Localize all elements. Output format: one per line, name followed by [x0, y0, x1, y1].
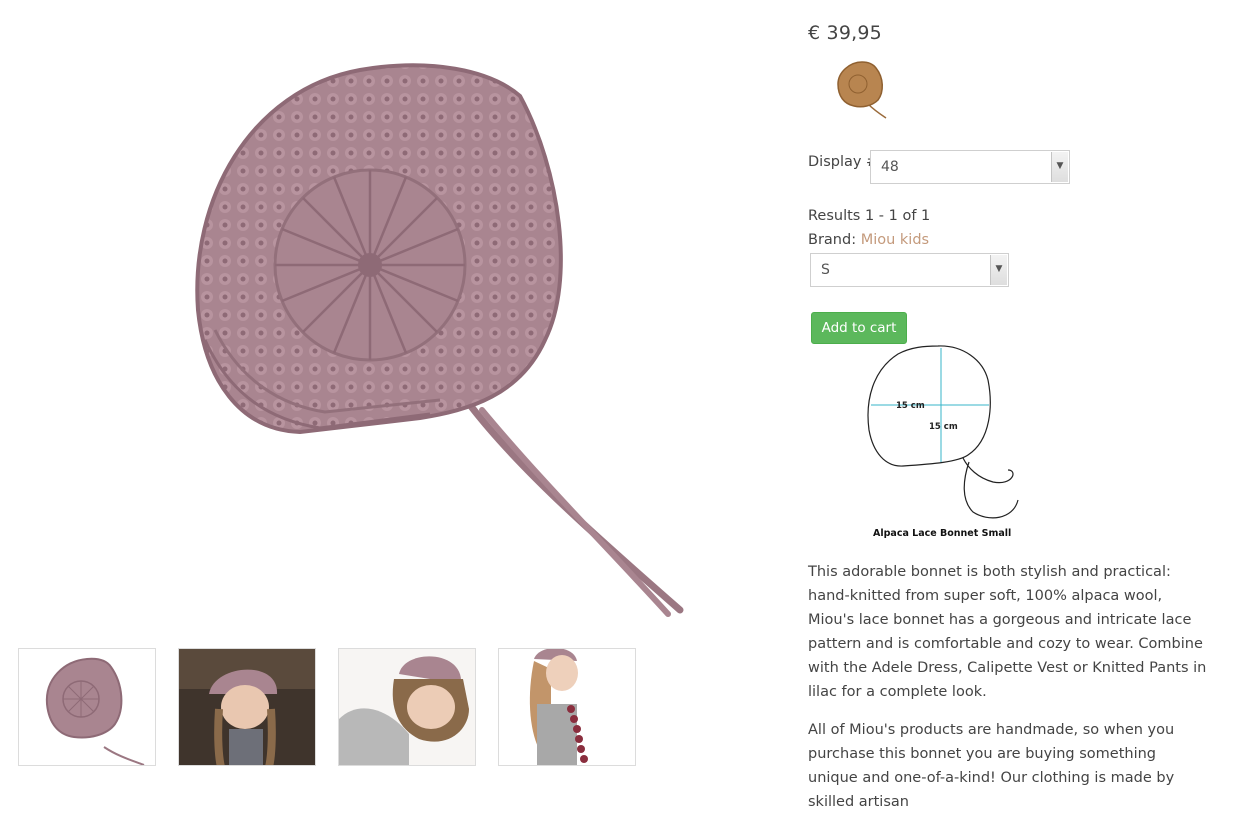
product-description: This adorable bonnet is both stylish and… — [808, 560, 1208, 828]
chevron-down-icon: ▼ — [990, 255, 1007, 285]
thumbnail-bonnet[interactable] — [18, 648, 156, 766]
bonnet-photo — [195, 63, 684, 617]
product-price: € 39,95 — [808, 22, 882, 44]
chevron-down-icon: ▼ — [1051, 152, 1068, 182]
results-count: Results 1 - 1 of 1 — [808, 208, 931, 224]
color-swatch-thumbnail[interactable] — [836, 60, 890, 122]
size-diagram: 15 cm 15 cm Alpaca Lace Bonnet Small — [863, 340, 1033, 550]
diagram-width-label: 15 cm — [896, 401, 925, 411]
bonnet-swatch-icon — [837, 61, 887, 119]
brand-line: Brand: Miou kids — [808, 232, 929, 248]
main-product-image[interactable] — [0, 0, 780, 640]
thumbnail-girl-looking-down[interactable] — [178, 648, 316, 766]
size-select[interactable]: S ▼ — [810, 253, 1009, 287]
display-count-value: 48 — [881, 159, 899, 175]
diagram-caption: Alpaca Lace Bonnet Small — [873, 528, 1011, 539]
display-count-label: Display # — [808, 154, 879, 170]
bonnet-flat-photo-icon — [19, 649, 155, 765]
size-select-value: S — [821, 262, 830, 278]
diagram-height-label: 15 cm — [929, 422, 958, 432]
brand-label: Brand: — [808, 232, 857, 248]
brand-link[interactable]: Miou kids — [861, 232, 929, 248]
description-paragraph: All of Miou's products are handmade, so … — [808, 722, 1175, 810]
girl-lying-photo-icon — [339, 649, 475, 765]
thumbnail-girl-side[interactable] — [498, 648, 636, 766]
bonnet-size-diagram: 15 cm 15 cm Alpaca Lace Bonnet Small — [867, 345, 1019, 539]
girl-looking-down-photo-icon — [179, 649, 315, 765]
thumbnail-girl-lying[interactable] — [338, 648, 476, 766]
display-count-select[interactable]: 48 ▼ — [870, 150, 1070, 184]
girl-side-photo-icon — [499, 649, 635, 765]
description-paragraph: This adorable bonnet is both stylish and… — [808, 564, 1207, 700]
